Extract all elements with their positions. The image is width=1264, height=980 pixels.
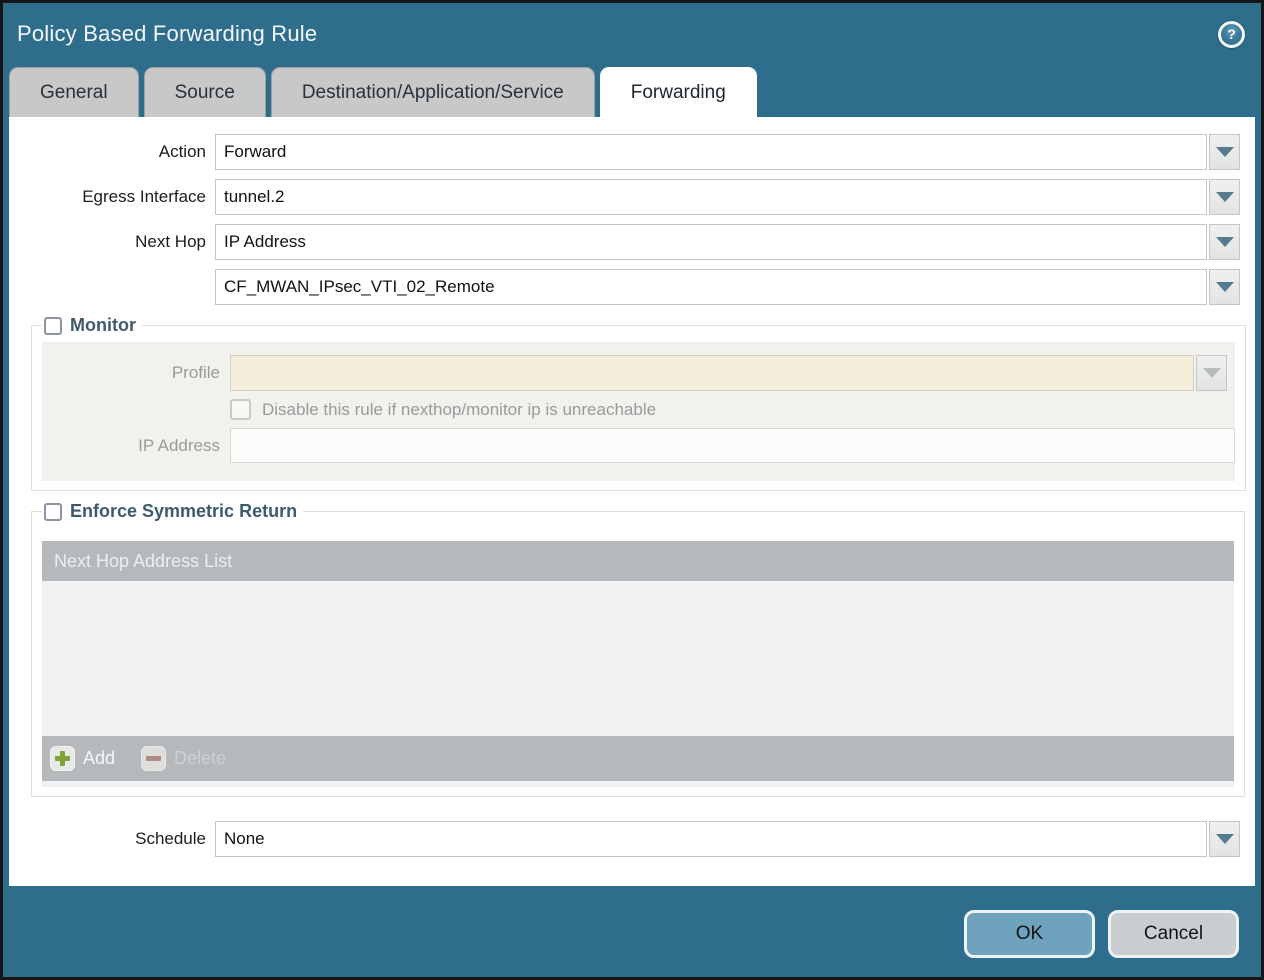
- tab-destination-application-service[interactable]: Destination/Application/Service: [271, 67, 595, 117]
- monitor-legend-label: Monitor: [70, 315, 136, 336]
- tab-general-label: General: [40, 82, 108, 104]
- disable-rule-checkbox-label: Disable this rule if nexthop/monitor ip …: [262, 400, 656, 420]
- tab-source-label: Source: [175, 82, 235, 104]
- profile-input: [230, 355, 1194, 391]
- minus-glyph: [146, 756, 161, 761]
- next-hop-address-row: [9, 269, 1255, 305]
- chevron-down-icon: [1216, 192, 1234, 202]
- pbf-rule-dialog: Policy Based Forwarding Rule ? General S…: [0, 0, 1264, 980]
- next-hop-address-input[interactable]: [215, 269, 1207, 305]
- next-hop-address-combo: [215, 269, 1240, 305]
- next-hop-label: Next Hop: [9, 232, 215, 252]
- tab-bar: General Source Destination/Application/S…: [3, 65, 1261, 117]
- tab-general[interactable]: General: [9, 67, 139, 117]
- forwarding-tab-content: Action Egress Interface Next Hop: [9, 117, 1255, 886]
- chevron-down-icon: [1216, 834, 1234, 844]
- dialog-footer: OK Cancel: [3, 886, 1261, 977]
- next-hop-address-dropdown-button[interactable]: [1209, 269, 1240, 305]
- action-row: Action: [9, 134, 1255, 170]
- add-icon: [50, 746, 75, 771]
- monitor-checkbox[interactable]: [44, 317, 62, 335]
- enforce-symmetric-return-checkbox[interactable]: [44, 503, 62, 521]
- add-button[interactable]: Add: [50, 746, 115, 771]
- next-hop-address-list-toolbar: Add Delete: [42, 736, 1234, 781]
- next-hop-row: Next Hop: [9, 224, 1255, 260]
- cancel-button[interactable]: Cancel: [1108, 910, 1239, 958]
- action-input[interactable]: [215, 134, 1207, 170]
- next-hop-address-list-body: [42, 581, 1234, 736]
- schedule-label: Schedule: [9, 829, 215, 849]
- delete-button-label: Delete: [174, 748, 226, 769]
- monitor-legend: Monitor: [42, 315, 142, 336]
- dialog-title: Policy Based Forwarding Rule: [17, 21, 317, 47]
- chevron-down-icon: [1203, 368, 1221, 378]
- help-icon[interactable]: ?: [1218, 21, 1245, 48]
- tab-forwarding[interactable]: Forwarding: [600, 67, 757, 117]
- enforce-symmetric-return-fieldset: Enforce Symmetric Return Next Hop Addres…: [31, 501, 1245, 797]
- chevron-down-icon: [1216, 147, 1234, 157]
- action-dropdown-button[interactable]: [1209, 134, 1240, 170]
- enforce-symmetric-return-legend: Enforce Symmetric Return: [42, 501, 303, 522]
- egress-interface-label: Egress Interface: [9, 187, 215, 207]
- next-hop-combo: [215, 224, 1240, 260]
- schedule-combo: [215, 821, 1240, 857]
- tab-source[interactable]: Source: [144, 67, 266, 117]
- next-hop-type-input[interactable]: [215, 224, 1207, 260]
- tab-forwarding-label: Forwarding: [631, 82, 726, 104]
- monitor-ip-address-input: [230, 428, 1235, 463]
- monitor-section-body: Profile Disable this rule if nexthop/mon…: [42, 342, 1235, 481]
- schedule-dropdown-button[interactable]: [1209, 821, 1240, 857]
- egress-interface-row: Egress Interface: [9, 179, 1255, 215]
- tab-destination-label: Destination/Application/Service: [302, 82, 564, 104]
- action-label: Action: [9, 142, 215, 162]
- monitor-ip-address-row: IP Address: [42, 428, 1235, 463]
- next-hop-address-list-table: Next Hop Address List Add Delete: [42, 541, 1234, 787]
- chevron-down-icon: [1216, 237, 1234, 247]
- egress-interface-combo: [215, 179, 1240, 215]
- next-hop-dropdown-button[interactable]: [1209, 224, 1240, 260]
- profile-dropdown-button: [1196, 355, 1227, 391]
- add-button-label: Add: [83, 748, 115, 769]
- disable-rule-checkbox: [230, 399, 251, 420]
- schedule-input[interactable]: [215, 821, 1207, 857]
- profile-combo: [230, 355, 1227, 391]
- action-combo: [215, 134, 1240, 170]
- dialog-titlebar: Policy Based Forwarding Rule ?: [3, 3, 1261, 65]
- table-bottom-strip: [42, 781, 1234, 787]
- egress-interface-input[interactable]: [215, 179, 1207, 215]
- disable-rule-row: Disable this rule if nexthop/monitor ip …: [42, 399, 1235, 420]
- ok-button[interactable]: OK: [964, 910, 1095, 958]
- plus-glyph: [55, 751, 70, 766]
- enforce-symmetric-return-legend-label: Enforce Symmetric Return: [70, 501, 297, 522]
- monitor-ip-address-label: IP Address: [42, 436, 230, 456]
- schedule-row: Schedule: [9, 821, 1255, 857]
- delete-button: Delete: [141, 746, 226, 771]
- chevron-down-icon: [1216, 282, 1234, 292]
- egress-interface-dropdown-button[interactable]: [1209, 179, 1240, 215]
- monitor-fieldset: Monitor Profile Disable this rule if nex…: [31, 315, 1246, 491]
- profile-row: Profile: [42, 355, 1235, 391]
- delete-icon: [141, 746, 166, 771]
- next-hop-address-list-header: Next Hop Address List: [42, 541, 1234, 581]
- profile-label: Profile: [42, 363, 230, 383]
